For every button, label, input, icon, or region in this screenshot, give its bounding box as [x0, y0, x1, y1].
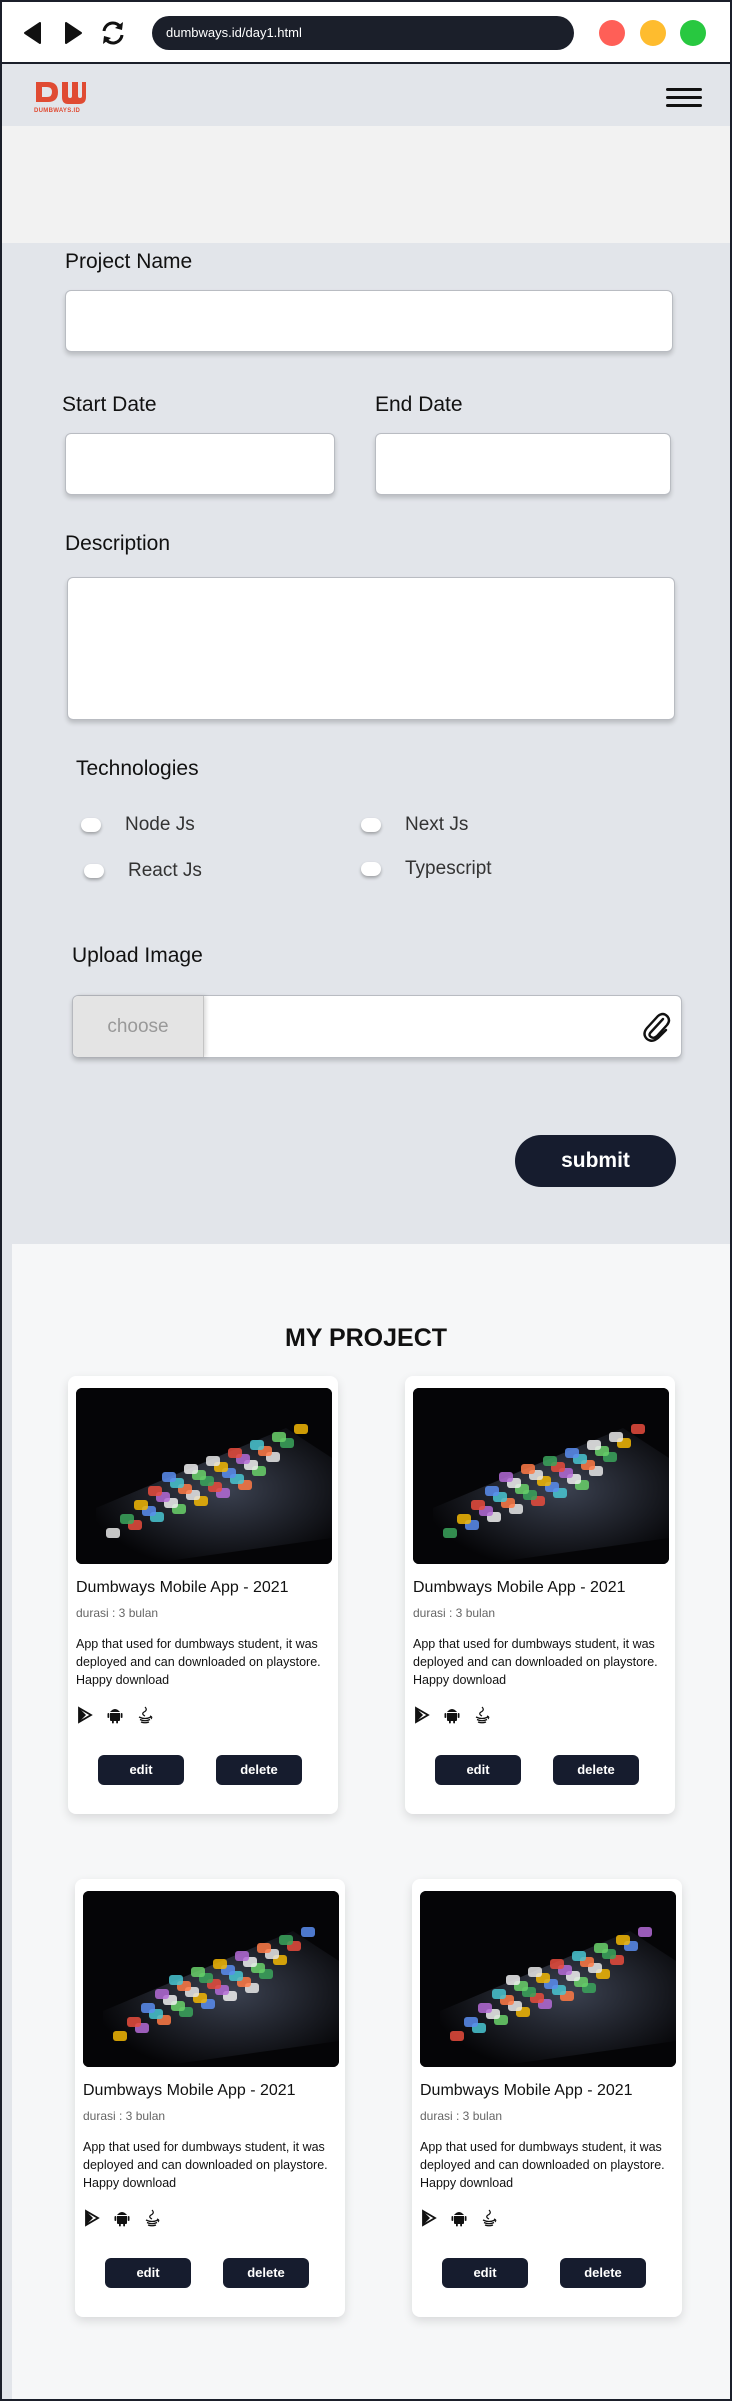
java-icon — [143, 2209, 161, 2227]
project-name-label: Project Name — [65, 250, 193, 273]
back-icon[interactable] — [20, 20, 46, 46]
phone-app-icons-image — [83, 1891, 339, 2067]
java-icon — [473, 1706, 491, 1724]
description-textarea[interactable] — [67, 577, 675, 720]
section-title: MY PROJECT — [284, 1324, 448, 1352]
java-icon — [480, 2209, 498, 2227]
project-description: App that used for dumbways student, it w… — [420, 2140, 665, 2190]
project-duration: durasi : 3 bulan — [83, 2109, 166, 2123]
delete-button[interactable]: delete — [216, 1755, 302, 1785]
project-title[interactable]: Dumbways Mobile App - 2021 — [420, 2082, 633, 2100]
project-tech-icons — [76, 1706, 154, 1724]
tech-label: Typescript — [405, 858, 492, 879]
project-tech-icons — [420, 2209, 498, 2227]
project-name-input[interactable] — [65, 290, 673, 352]
close-window-icon[interactable] — [599, 20, 625, 46]
logo-text: DUMBWAYS.ID — [34, 108, 81, 114]
project-duration: durasi : 3 bulan — [420, 2109, 503, 2123]
edit-button[interactable]: edit — [435, 1755, 521, 1785]
project-thumbnail[interactable] — [76, 1388, 332, 1564]
delete-button[interactable]: delete — [553, 1755, 639, 1785]
tech-label: React Js — [128, 860, 202, 881]
minimize-window-icon[interactable] — [640, 20, 666, 46]
edit-button[interactable]: edit — [105, 2258, 191, 2288]
hamburger-icon[interactable] — [666, 88, 702, 110]
tech-label: Node Js — [125, 814, 195, 835]
start-date-input[interactable] — [65, 433, 335, 495]
delete-button[interactable]: delete — [223, 2258, 309, 2288]
project-card[interactable]: Dumbways Mobile App - 2021 durasi : 3 bu… — [75, 1879, 345, 2317]
project-title[interactable]: Dumbways Mobile App - 2021 — [83, 2082, 296, 2100]
tech-checkbox-react[interactable]: React Js — [84, 860, 202, 882]
paperclip-icon[interactable] — [641, 1010, 671, 1044]
hero-spacer — [2, 126, 730, 243]
play-store-icon — [76, 1706, 94, 1724]
tech-checkbox-node[interactable]: Node Js — [81, 814, 195, 836]
delete-button[interactable]: delete — [560, 2258, 646, 2288]
tech-label: Next Js — [405, 814, 469, 835]
end-date-input[interactable] — [375, 433, 671, 495]
play-store-icon — [83, 2209, 101, 2227]
submit-button[interactable]: submit — [515, 1135, 676, 1187]
project-duration: durasi : 3 bulan — [413, 1606, 496, 1620]
address-bar[interactable]: dumbways.id/day1.html — [152, 16, 574, 50]
phone-app-icons-image — [420, 1891, 676, 2067]
project-card[interactable]: Dumbways Mobile App - 2021 durasi : 3 bu… — [68, 1376, 338, 1814]
description-label: Description — [65, 532, 171, 555]
project-description: App that used for dumbways student, it w… — [413, 1637, 658, 1687]
project-title[interactable]: Dumbways Mobile App - 2021 — [413, 1579, 626, 1597]
tech-checkbox-next[interactable]: Next Js — [361, 814, 468, 836]
project-thumbnail[interactable] — [420, 1891, 676, 2067]
project-card[interactable]: Dumbways Mobile App - 2021 durasi : 3 bu… — [412, 1879, 682, 2317]
tech-checkbox-typescript[interactable]: Typescript — [361, 858, 492, 880]
play-store-icon — [413, 1706, 431, 1724]
android-icon — [113, 2209, 131, 2227]
project-description: App that used for dumbways student, it w… — [83, 2140, 328, 2190]
edit-button[interactable]: edit — [98, 1755, 184, 1785]
phone-app-icons-image — [413, 1388, 669, 1564]
page-gutter — [2, 1244, 12, 2399]
checkbox-circle[interactable] — [361, 818, 381, 832]
project-duration: durasi : 3 bulan — [76, 1606, 159, 1620]
maximize-window-icon[interactable] — [680, 20, 706, 46]
forward-icon[interactable] — [60, 20, 86, 46]
android-icon — [443, 1706, 461, 1724]
upload-image-input[interactable]: choose — [72, 995, 682, 1058]
checkbox-circle[interactable] — [361, 862, 381, 876]
reload-icon[interactable] — [98, 18, 128, 48]
android-icon — [450, 2209, 468, 2227]
browser-toolbar: dumbways.id/day1.html — [2, 2, 730, 64]
project-tech-icons — [83, 2209, 161, 2227]
choose-file-button[interactable]: choose — [73, 996, 204, 1057]
checkbox-circle[interactable] — [84, 864, 104, 878]
phone-app-icons-image — [76, 1388, 332, 1564]
end-date-label: End Date — [375, 393, 463, 416]
project-card[interactable]: Dumbways Mobile App - 2021 durasi : 3 bu… — [405, 1376, 675, 1814]
project-thumbnail[interactable] — [413, 1388, 669, 1564]
project-title[interactable]: Dumbways Mobile App - 2021 — [76, 1579, 289, 1597]
start-date-label: Start Date — [62, 393, 157, 416]
checkbox-circle[interactable] — [81, 818, 101, 832]
play-store-icon — [420, 2209, 438, 2227]
android-icon — [106, 1706, 124, 1724]
upload-image-label: Upload Image — [72, 944, 203, 967]
site-header: DUMBWAYS.ID — [2, 64, 730, 126]
technologies-label: Technologies — [76, 757, 199, 780]
edit-button[interactable]: edit — [442, 2258, 528, 2288]
browser-window: dumbways.id/day1.html DUMBWAYS.ID Projec… — [0, 0, 732, 2401]
project-tech-icons — [413, 1706, 491, 1724]
java-icon — [136, 1706, 154, 1724]
project-description: App that used for dumbways student, it w… — [76, 1637, 321, 1687]
project-thumbnail[interactable] — [83, 1891, 339, 2067]
